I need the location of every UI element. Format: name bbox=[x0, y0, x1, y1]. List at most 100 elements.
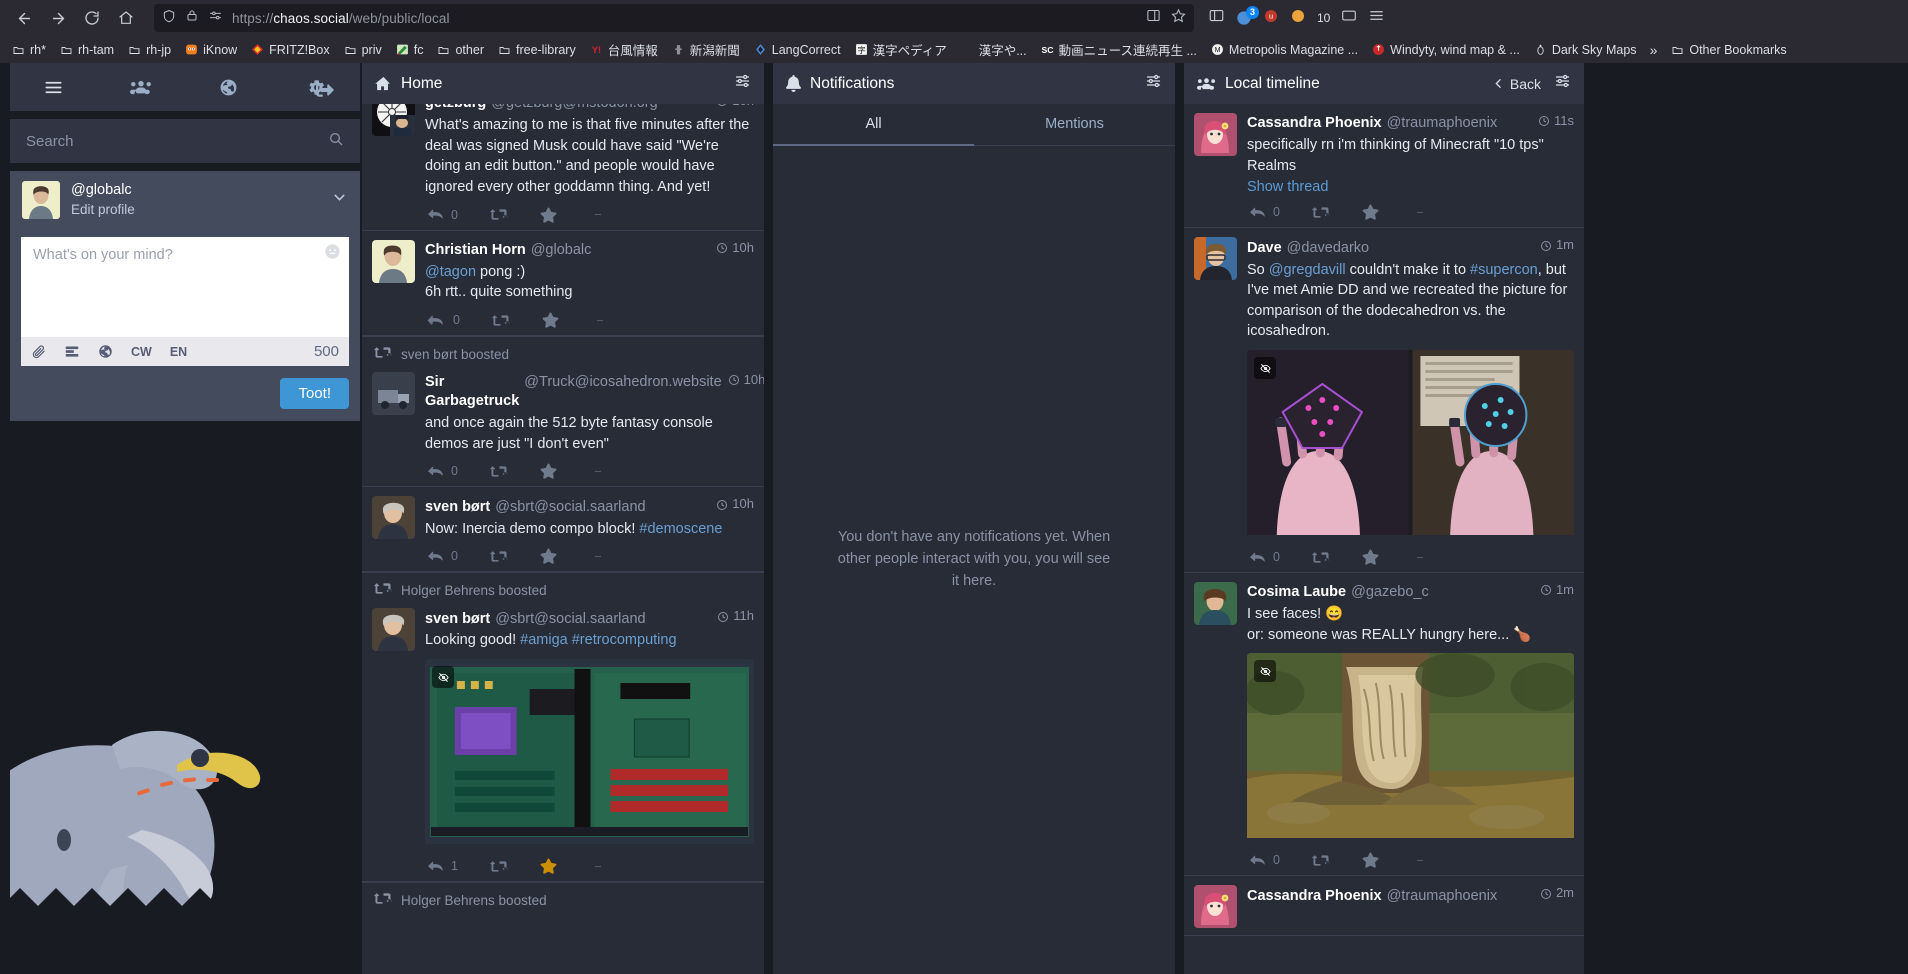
bookmark-item[interactable]: iKnow bbox=[179, 40, 242, 59]
boost-button[interactable] bbox=[490, 549, 508, 564]
more-options-button[interactable] bbox=[591, 317, 609, 324]
table-row[interactable]: sven børt @sbrt@social.saarland 10h Now: In… bbox=[362, 487, 764, 573]
extension-red-icon[interactable]: u bbox=[1263, 8, 1279, 29]
table-row[interactable]: Sir Garbagetruck @Truck@icosahedron.websi… bbox=[362, 363, 764, 488]
tab-mentions[interactable]: Mentions bbox=[974, 104, 1175, 146]
hide-media-icon[interactable] bbox=[1254, 660, 1276, 683]
favourite-button[interactable] bbox=[540, 207, 557, 223]
account-handle[interactable]: @traumaphoenix bbox=[1387, 887, 1498, 906]
avatar[interactable] bbox=[1194, 113, 1237, 156]
content-warning-button[interactable]: CW bbox=[131, 345, 152, 359]
search-box[interactable] bbox=[10, 119, 360, 163]
bookmark-item[interactable]: Windyty, wind map & ... bbox=[1366, 40, 1525, 59]
account-handle[interactable]: @traumaphoenix bbox=[1387, 114, 1498, 133]
bookmark-item[interactable]: rh-jp bbox=[122, 40, 176, 59]
display-name[interactable]: sven børt bbox=[425, 610, 490, 629]
bookmark-item[interactable]: 字漢字ペディア bbox=[849, 38, 952, 61]
permissions-icon[interactable] bbox=[208, 9, 223, 27]
sidebar-item-local-timeline[interactable] bbox=[111, 63, 171, 111]
sliders-icon[interactable] bbox=[1145, 73, 1162, 94]
bookmark-item[interactable]: 新潟新聞 bbox=[666, 38, 745, 61]
extension-blue-icon[interactable]: 3 bbox=[1236, 6, 1259, 26]
avatar[interactable] bbox=[372, 608, 415, 652]
bookmark-item[interactable]: FRITZ!Box bbox=[245, 40, 334, 59]
search-icon[interactable] bbox=[328, 131, 344, 152]
hide-media-icon[interactable] bbox=[1254, 357, 1276, 380]
boost-button[interactable] bbox=[490, 859, 508, 874]
hashtag-link[interactable]: #demoscene bbox=[639, 521, 722, 537]
reply-button[interactable]: 0 bbox=[1249, 550, 1280, 565]
logout-button[interactable] bbox=[294, 66, 356, 114]
avatar[interactable] bbox=[372, 104, 415, 136]
show-thread-link[interactable]: Show thread bbox=[1247, 179, 1574, 195]
sidebar-item-federated-timeline[interactable] bbox=[199, 63, 259, 111]
display-name[interactable]: Dave bbox=[1247, 239, 1282, 258]
more-options-button[interactable] bbox=[1411, 209, 1429, 216]
more-options-button[interactable] bbox=[589, 553, 607, 560]
avatar[interactable] bbox=[372, 496, 415, 540]
more-options-button[interactable] bbox=[589, 863, 607, 870]
boost-button[interactable] bbox=[1312, 550, 1330, 565]
avatar[interactable] bbox=[22, 181, 60, 219]
bookmark-item[interactable]: SC 動画ニュース連続再生 ... bbox=[1035, 38, 1202, 61]
bookmark-item[interactable]: 漢字や... bbox=[955, 38, 1032, 61]
account-handle[interactable]: @getzburg@mstodon.org bbox=[491, 104, 657, 113]
reply-button[interactable]: 0 bbox=[1249, 853, 1280, 868]
display-name[interactable]: sven børt bbox=[425, 498, 490, 517]
extension-orange-icon[interactable] bbox=[1290, 8, 1306, 29]
favourite-button[interactable] bbox=[540, 858, 557, 874]
favourite-button[interactable] bbox=[542, 312, 559, 328]
reader-mode-icon[interactable] bbox=[1146, 8, 1161, 28]
reply-button[interactable]: 0 bbox=[1249, 205, 1280, 220]
favourite-button[interactable] bbox=[1362, 204, 1379, 221]
table-row[interactable]: Dave @davedarko 1m So @gregdavill couldn't … bbox=[1184, 228, 1584, 574]
bookmark-item[interactable]: free-library bbox=[492, 40, 581, 59]
favourite-button[interactable] bbox=[540, 548, 557, 564]
visibility-globe-icon[interactable] bbox=[98, 344, 113, 359]
boost-button[interactable] bbox=[1312, 205, 1330, 220]
more-bookmarks-chevron-icon[interactable]: » bbox=[1645, 42, 1663, 58]
more-options-button[interactable] bbox=[589, 468, 607, 475]
account-handle[interactable]: @sbrt@social.saarland bbox=[495, 498, 645, 517]
avatar[interactable] bbox=[372, 239, 415, 283]
mention-link[interactable]: @tagon bbox=[425, 264, 476, 280]
reload-button[interactable] bbox=[76, 3, 108, 33]
bookmark-item[interactable]: LangCorrect bbox=[748, 40, 846, 59]
shield-icon[interactable] bbox=[162, 9, 176, 28]
account-handle[interactable]: @davedarko bbox=[1287, 239, 1369, 258]
app-menu-icon[interactable] bbox=[1368, 8, 1385, 28]
hide-media-icon[interactable] bbox=[432, 666, 454, 689]
notifications-column-settings[interactable] bbox=[1145, 73, 1162, 94]
poll-icon[interactable] bbox=[64, 344, 80, 359]
more-options-button[interactable] bbox=[1411, 554, 1429, 561]
search-input[interactable] bbox=[26, 132, 328, 150]
reply-button[interactable]: 0 bbox=[427, 549, 458, 564]
language-button[interactable]: EN bbox=[170, 345, 187, 359]
reply-button[interactable]: 0 bbox=[427, 313, 460, 328]
paperclip-icon[interactable] bbox=[31, 344, 46, 359]
toot-button[interactable]: Toot! bbox=[280, 378, 349, 409]
status-media[interactable] bbox=[1247, 350, 1574, 540]
avatar[interactable] bbox=[1194, 885, 1237, 929]
bookmark-item[interactable]: other bbox=[431, 40, 489, 59]
compose-textarea[interactable]: What's on your mind? bbox=[21, 237, 349, 337]
other-bookmarks-folder[interactable]: Other Bookmarks bbox=[1665, 40, 1791, 59]
favourite-button[interactable] bbox=[1362, 852, 1379, 869]
display-name[interactable]: Cassandra Phoenix bbox=[1247, 887, 1382, 906]
bookmark-item[interactable]: M Metropolis Magazine ... bbox=[1205, 40, 1363, 59]
account-icon[interactable] bbox=[1341, 8, 1357, 28]
bookmark-star-icon[interactable] bbox=[1171, 8, 1186, 28]
bookmark-item[interactable]: rh* bbox=[6, 40, 51, 59]
bookmark-item[interactable]: rh-tam bbox=[54, 40, 119, 59]
url-bar[interactable]: https://chaos.social/web/public/local bbox=[154, 4, 1194, 32]
home-button[interactable] bbox=[110, 3, 142, 33]
table-row[interactable]: sven børt @sbrt@social.saarland 11h Looking… bbox=[362, 599, 764, 883]
back-button[interactable] bbox=[8, 3, 40, 33]
avatar[interactable] bbox=[372, 372, 415, 416]
display-name[interactable]: Cassandra Phoenix bbox=[1247, 114, 1382, 133]
more-options-button[interactable] bbox=[589, 211, 607, 218]
boost-button[interactable] bbox=[490, 464, 508, 479]
reply-button[interactable]: 1 bbox=[427, 859, 458, 874]
forward-button[interactable] bbox=[42, 3, 74, 33]
table-row[interactable]: Cosima Laube @gazebo_c 1m I see faces! 😄 or:… bbox=[1184, 573, 1584, 877]
